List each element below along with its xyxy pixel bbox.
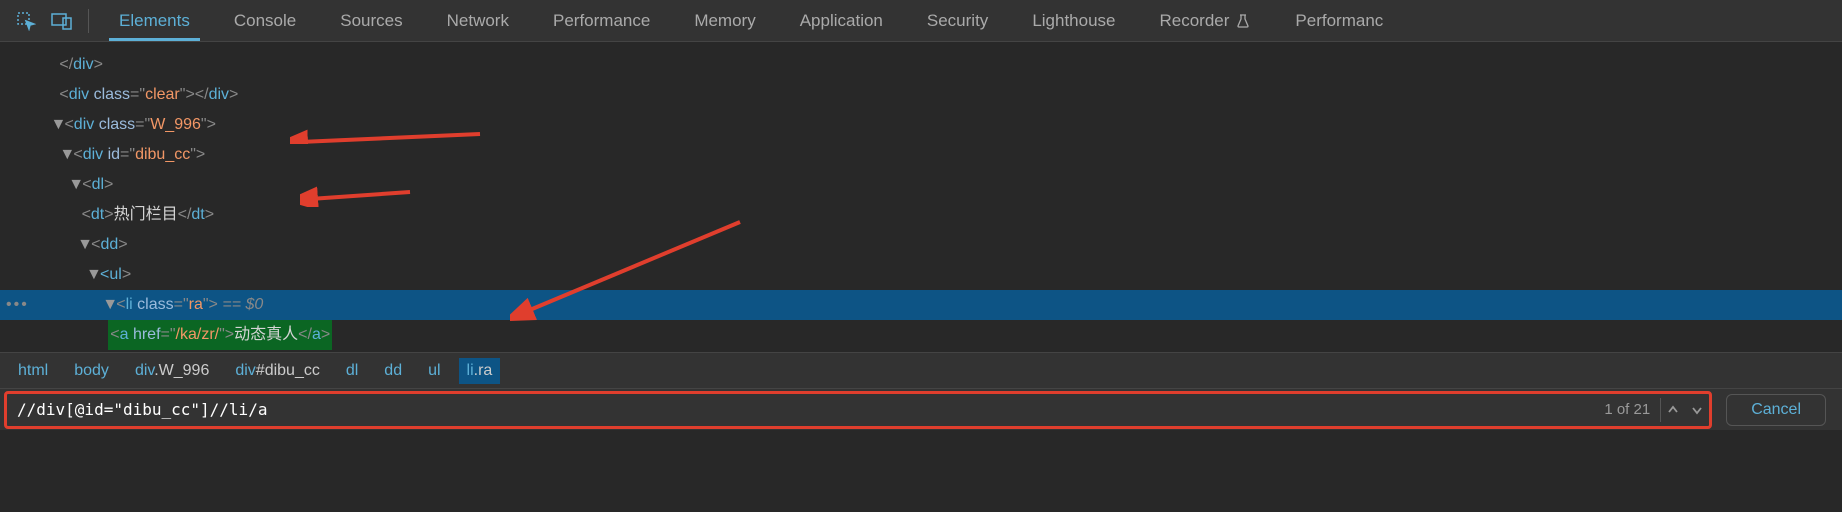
tabs-container: Elements Console Sources Network Perform… [97, 0, 1405, 41]
crumb-dd[interactable]: dd [376, 358, 410, 384]
tab-performance-insights[interactable]: Performanc [1273, 0, 1405, 41]
dom-line-selected[interactable]: ▼<li class="ra"> == $0 [0, 290, 1842, 320]
dom-line[interactable]: ▼<div id="dibu_cc"> [0, 140, 1842, 170]
crumb-li-ra[interactable]: li.ra [459, 358, 501, 384]
tab-console[interactable]: Console [212, 0, 318, 41]
flask-icon [1235, 13, 1251, 29]
tab-recorder-label: Recorder [1160, 11, 1230, 31]
tab-elements[interactable]: Elements [97, 0, 212, 41]
search-result-count: 1 of 21 [1604, 401, 1660, 418]
dom-line-match[interactable]: <a href="/ka/zr/">动态真人</a> [0, 320, 1842, 350]
search-nav [1660, 398, 1709, 422]
device-toggle-icon[interactable] [44, 3, 80, 39]
search-box-highlight: 1 of 21 [4, 391, 1712, 429]
devtools-tab-bar: Elements Console Sources Network Perform… [0, 0, 1842, 42]
dom-line[interactable]: </li> [0, 350, 1842, 352]
tab-recorder[interactable]: Recorder [1138, 0, 1274, 41]
crumb-ul[interactable]: ul [420, 358, 448, 384]
dom-line[interactable]: <dt>热门栏目</dt> [0, 200, 1842, 230]
tab-sources[interactable]: Sources [318, 0, 424, 41]
crumb-dl[interactable]: dl [338, 358, 366, 384]
dom-line[interactable]: ▼<div class="W_996"> [0, 110, 1842, 140]
tab-separator [88, 9, 89, 33]
tab-lighthouse[interactable]: Lighthouse [1010, 0, 1137, 41]
inspect-element-icon[interactable] [8, 3, 44, 39]
dom-line[interactable]: <div class="clear"></div> [0, 80, 1842, 110]
dom-line[interactable]: ▼<dl> [0, 170, 1842, 200]
tab-performance[interactable]: Performance [531, 0, 672, 41]
crumb-div-w996[interactable]: div.W_996 [127, 358, 217, 384]
dom-line[interactable]: ▼<dd> [0, 230, 1842, 260]
breadcrumb: html body div.W_996 div#dibu_cc dl dd ul… [0, 352, 1842, 388]
crumb-body[interactable]: body [66, 358, 117, 384]
dom-line[interactable]: </div> [0, 50, 1842, 80]
crumb-div-dibu[interactable]: div#dibu_cc [227, 358, 328, 384]
search-bar: 1 of 21 Cancel [0, 388, 1842, 430]
tab-network[interactable]: Network [425, 0, 531, 41]
dom-tree-panel[interactable]: </div> <div class="clear"></div> ▼<div c… [0, 42, 1842, 352]
tab-security[interactable]: Security [905, 0, 1010, 41]
crumb-html[interactable]: html [10, 358, 56, 384]
cancel-button[interactable]: Cancel [1726, 394, 1826, 426]
tab-memory[interactable]: Memory [672, 0, 777, 41]
search-prev-icon[interactable] [1661, 398, 1685, 422]
search-input[interactable] [7, 400, 1604, 419]
dom-line[interactable]: ▼<ul> [0, 260, 1842, 290]
tab-application[interactable]: Application [778, 0, 905, 41]
search-next-icon[interactable] [1685, 398, 1709, 422]
